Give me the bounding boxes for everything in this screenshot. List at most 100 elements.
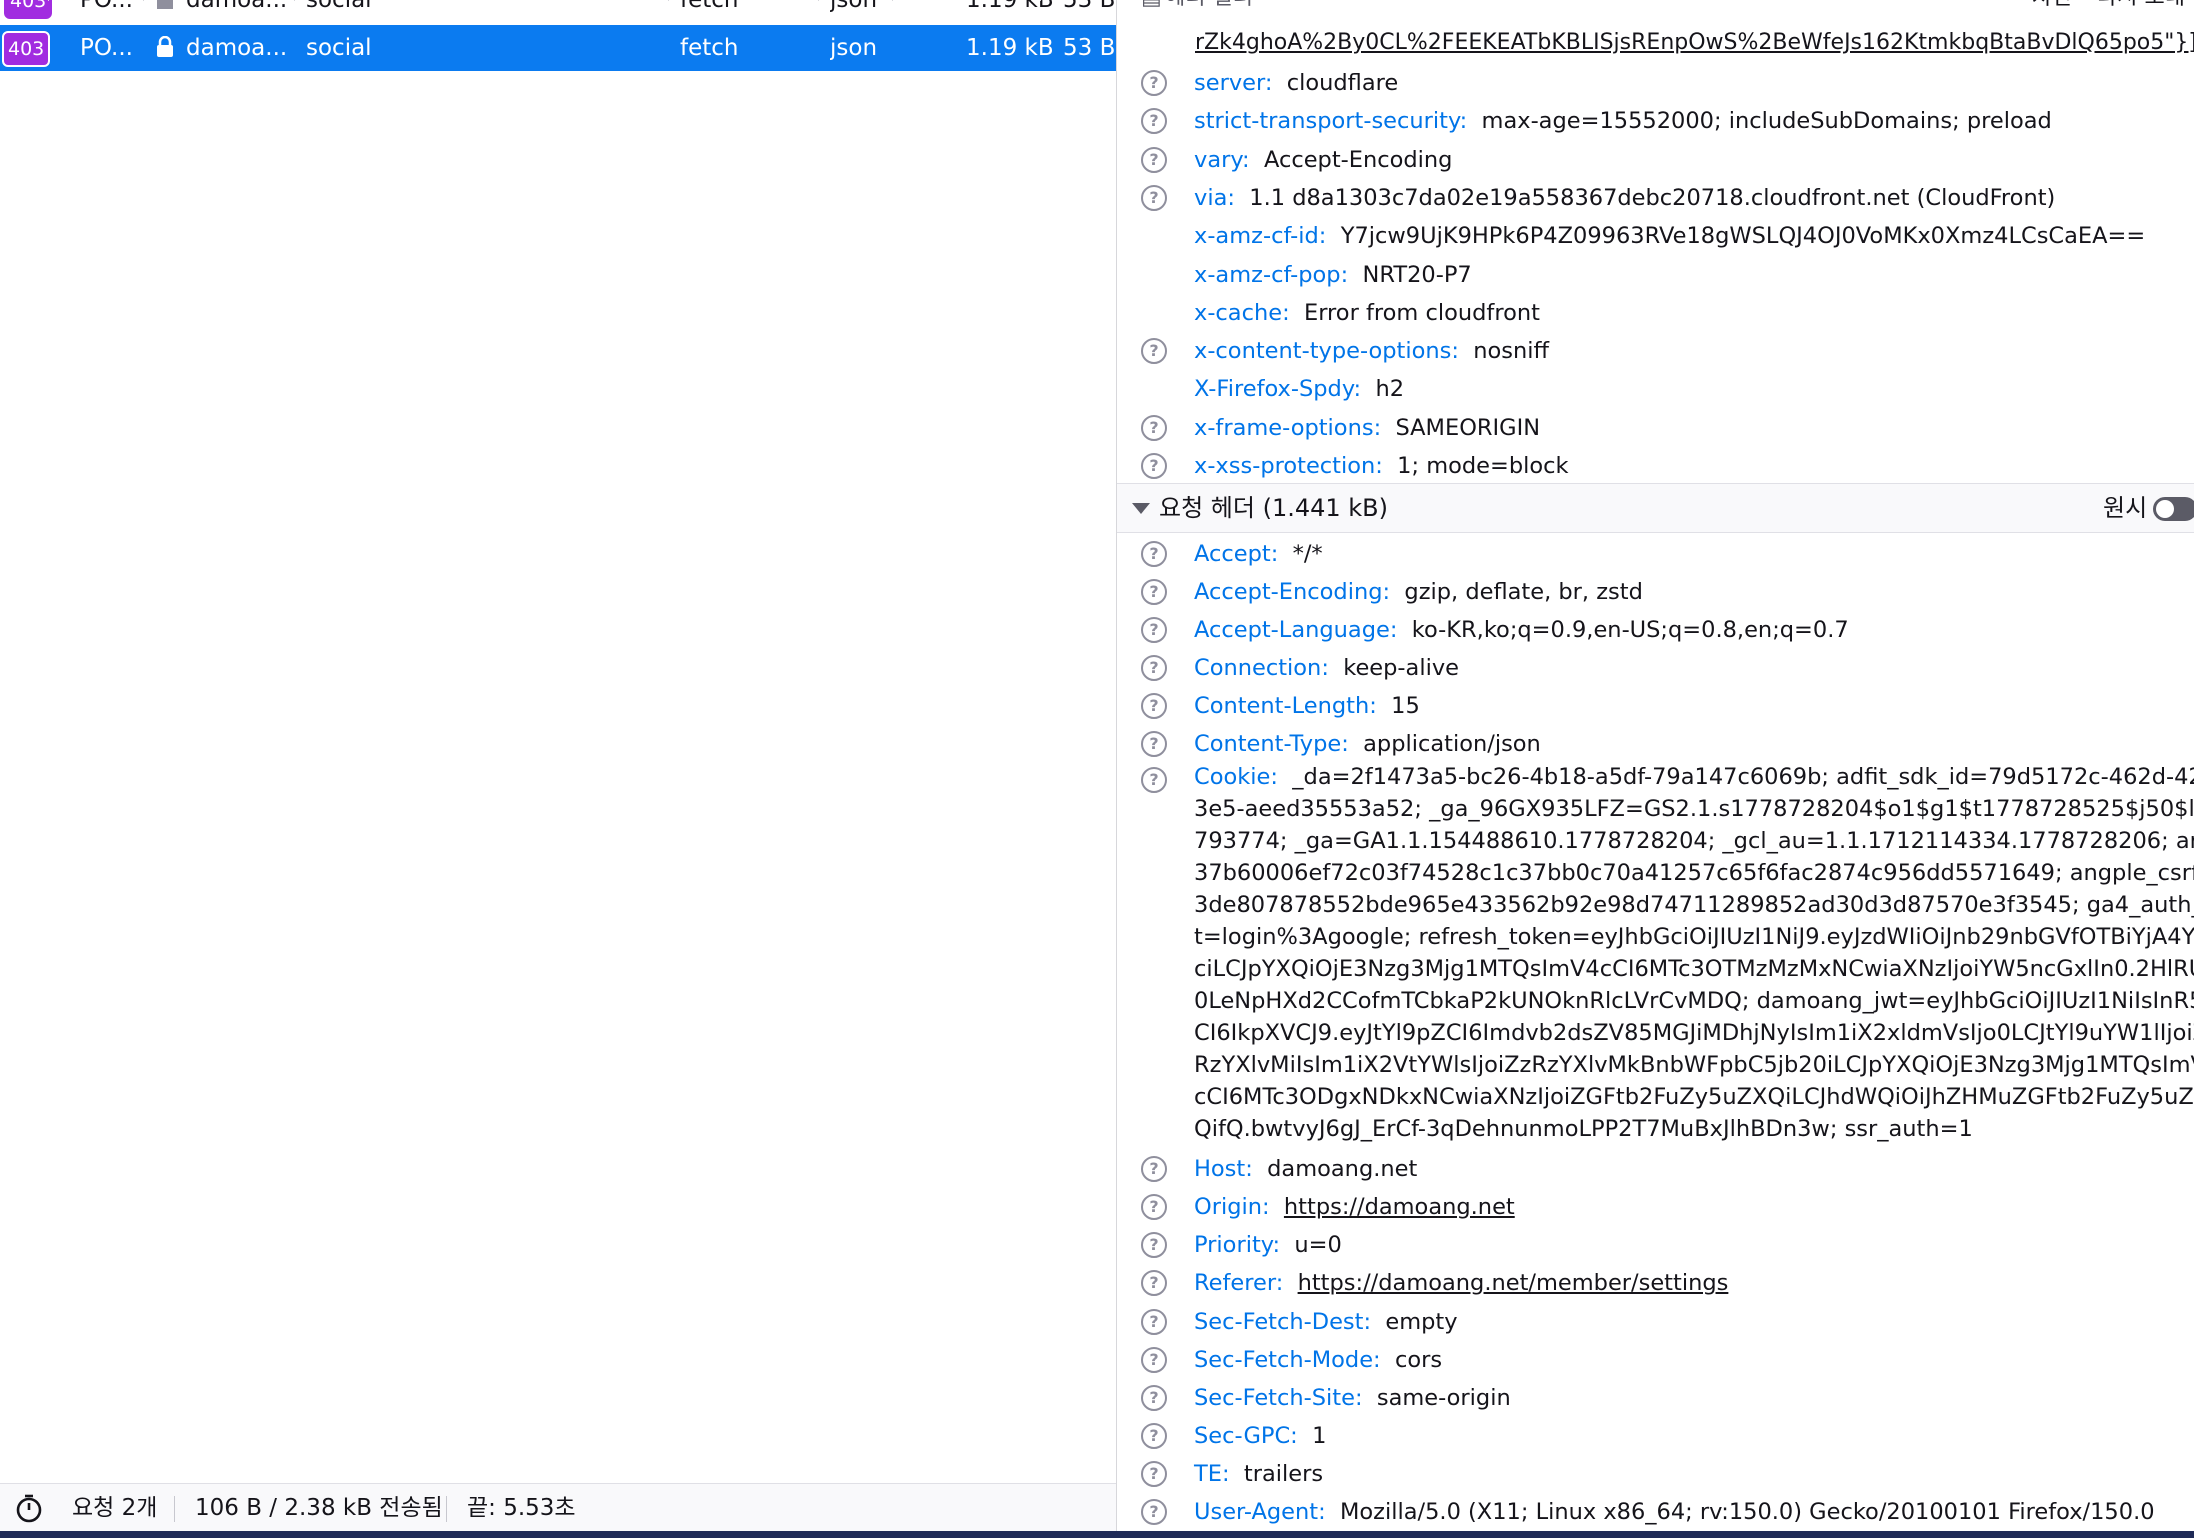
request-headers-section-header[interactable]: 요청 헤더 (1.441 kB) 원시 xyxy=(1117,483,2194,533)
header-value: cors xyxy=(1394,1346,1443,1373)
header-name: x-content-type-options xyxy=(1194,338,1452,365)
cookie-line: ciLCJpYXQiOjE3Nzg3Mjg1MTQsImV4cCI6MTc3OT… xyxy=(1194,956,2194,982)
finish-time: 끝: 5.53초 xyxy=(467,1495,576,1521)
help-icon[interactable]: ? xyxy=(1141,453,1167,479)
header-value: Mozilla/5.0 (X11; Linux x86_64; rv:150.0… xyxy=(1339,1499,2155,1526)
type-cell: fetch xyxy=(680,35,739,61)
header-value: trailers xyxy=(1243,1461,1324,1488)
help-icon[interactable]: ? xyxy=(1141,731,1167,757)
help-icon[interactable]: ? xyxy=(1141,414,1167,441)
header-value: nosniff xyxy=(1473,338,1550,365)
header-name: Referer xyxy=(1194,1270,1276,1297)
header-name: X-Firefox-Spdy xyxy=(1194,376,1354,403)
header-entry: strict-transport-security: max-age=15552… xyxy=(1194,108,2052,135)
transferred-cell: 1.19 kB xyxy=(966,35,1054,61)
header-entry: Sec-GPC: 1 xyxy=(1194,1423,1327,1450)
help-icon[interactable]: ? xyxy=(1141,767,1167,793)
header-entry: x-content-type-options: nosniff xyxy=(1194,338,1550,365)
help-icon[interactable]: ? xyxy=(1141,693,1167,719)
help-icon[interactable]: ? xyxy=(1141,70,1167,96)
header-entry: vary: Accept-Encoding xyxy=(1194,146,1453,173)
header-value: u=0 xyxy=(1294,1232,1342,1259)
header-entry: X-Firefox-Spdy: h2 xyxy=(1194,376,1405,403)
help-icon[interactable]: ? xyxy=(1141,1384,1167,1411)
header-name: server xyxy=(1194,70,1265,96)
type-cell: fetch xyxy=(680,0,739,13)
raw-toggle-switch[interactable] xyxy=(2153,497,2194,521)
cookie-line: RzYXlvMiIsIm1iX2VtYWlsIjoiZzRzYXlvMkBnbW… xyxy=(1194,1052,2194,1078)
cookie-line: 793774; _ga=GA1.1.154488610.1778728204; … xyxy=(1194,828,2194,854)
header-entry: Content-Length: 15 xyxy=(1194,693,1420,719)
header-name: Sec-Fetch-Site xyxy=(1194,1384,1355,1411)
header-value: 1 xyxy=(1312,1423,1327,1450)
help-icon[interactable]: ? xyxy=(1141,1346,1167,1373)
size-cell: 53 B xyxy=(1063,35,1116,61)
help-icon[interactable]: ? xyxy=(1141,1423,1167,1450)
header-entry: Priority: u=0 xyxy=(1194,1232,1342,1259)
transferred-cell: 1.19 kB xyxy=(966,0,1054,13)
header-value: Error from cloudfront xyxy=(1303,299,1540,326)
help-icon[interactable]: ? xyxy=(1141,579,1167,605)
header-name: Origin xyxy=(1194,1194,1263,1221)
initiator-cell: social xyxy=(306,0,372,13)
header-value: SAMEORIGIN xyxy=(1395,414,1541,441)
help-icon[interactable]: ? xyxy=(1141,617,1167,643)
header-entry: Accept-Encoding: gzip, deflate, br, zstd xyxy=(1194,579,1643,605)
help-icon[interactable]: ? xyxy=(1141,541,1167,567)
help-icon[interactable]: ? xyxy=(1141,1499,1167,1526)
cookie-line: t=login%3Agoogle; refresh_token=eyJhbGci… xyxy=(1194,924,2194,950)
header-name: Content-Length xyxy=(1194,693,1370,719)
status-bar: 요청 2개 106 B / 2.38 kB 전송됨 끝: 5.53초 xyxy=(0,1483,1116,1532)
block-button[interactable]: 차단 xyxy=(2032,0,2072,16)
header-name: Content-Type xyxy=(1194,731,1342,757)
help-icon[interactable]: ? xyxy=(1141,1194,1167,1221)
stopwatch-icon[interactable] xyxy=(14,1484,44,1532)
help-icon[interactable]: ? xyxy=(1141,1156,1167,1182)
header-entry: server: cloudflare xyxy=(1194,70,1399,96)
header-value: 1; mode=block xyxy=(1397,453,1569,479)
header-entry: x-xss-protection: 1; mode=block xyxy=(1194,453,1569,479)
size-cell: 53 B xyxy=(1063,0,1116,13)
header-entry: x-cache: Error from cloudfront xyxy=(1194,299,1540,326)
header-value: h2 xyxy=(1375,376,1405,403)
header-value-link[interactable]: https://damoang.net/member/settings xyxy=(1298,1270,1729,1296)
header-value-link[interactable]: https://damoang.net xyxy=(1284,1194,1515,1220)
header-name: Sec-Fetch-Mode xyxy=(1194,1346,1374,1373)
help-icon[interactable]: ? xyxy=(1141,146,1167,173)
header-entry: Sec-Fetch-Dest: empty xyxy=(1194,1308,1458,1335)
cookie-line: cCI6MTc3ODgxNDkxNCwiaXNzIjoiZGFtb2FuZy5u… xyxy=(1194,1084,2194,1110)
header-entry: TE: trailers xyxy=(1194,1461,1324,1488)
header-name: Accept-Encoding xyxy=(1194,579,1383,605)
header-value: application/json xyxy=(1363,731,1541,757)
help-icon[interactable]: ? xyxy=(1141,1270,1167,1297)
help-icon[interactable]: ? xyxy=(1141,184,1167,211)
header-entry: Content-Type: application/json xyxy=(1194,731,1541,757)
help-icon[interactable]: ? xyxy=(1141,1232,1167,1259)
previous-header-continuation: rZk4ghoA%2By0CL%2FEEKEATbKBLISjsREnpOwS%… xyxy=(1195,30,2194,55)
header-name: x-xss-protection xyxy=(1194,453,1376,479)
help-icon[interactable]: ? xyxy=(1141,338,1167,365)
filter-icon: ▤ xyxy=(1141,0,1162,16)
header-value: gzip, deflate, br, zstd xyxy=(1404,579,1643,605)
help-icon[interactable]: ? xyxy=(1141,1308,1167,1335)
cookie-line: _da=2f1473a5-bc26-4b18-a5df-79a147c6069b… xyxy=(1292,764,2194,790)
header-value: max-age=15552000; includeSubDomains; pre… xyxy=(1481,108,2052,135)
filter-headers-input[interactable]: 헤더 필터 xyxy=(1165,0,1253,16)
help-icon[interactable]: ? xyxy=(1141,108,1167,135)
request-headers-title: 요청 헤더 (1.441 kB) xyxy=(1159,494,1389,522)
collapse-triangle-icon[interactable] xyxy=(1132,503,1150,514)
method-cell: PO... xyxy=(80,0,133,13)
transferred-summary: 106 B / 2.38 kB 전송됨 xyxy=(195,1495,443,1521)
domain-cell: damoa... xyxy=(186,35,288,61)
cookie-line: 3de807878552bde965e433562b92e98d74711289… xyxy=(1194,892,2194,918)
help-icon[interactable]: ? xyxy=(1141,1461,1167,1488)
resend-button[interactable]: 다시 보내 xyxy=(2097,0,2185,16)
request-row[interactable]: 403 PO... damoa... social fetch json 1.1… xyxy=(0,0,1116,23)
header-entry: Sec-Fetch-Mode: cors xyxy=(1194,1346,1443,1373)
raw-toggle-label: 원시 xyxy=(2103,494,2148,522)
request-row-selected[interactable]: 403 PO... damoa... social fetch json 1.1… xyxy=(0,25,1116,71)
header-name: via xyxy=(1194,184,1228,211)
header-entry: x-amz-cf-id: Y7jcw9UjK9HPk6P4Z09963RVe18… xyxy=(1194,223,2146,250)
help-icon[interactable]: ? xyxy=(1141,655,1167,681)
header-entry: Connection: keep-alive xyxy=(1194,655,1459,681)
